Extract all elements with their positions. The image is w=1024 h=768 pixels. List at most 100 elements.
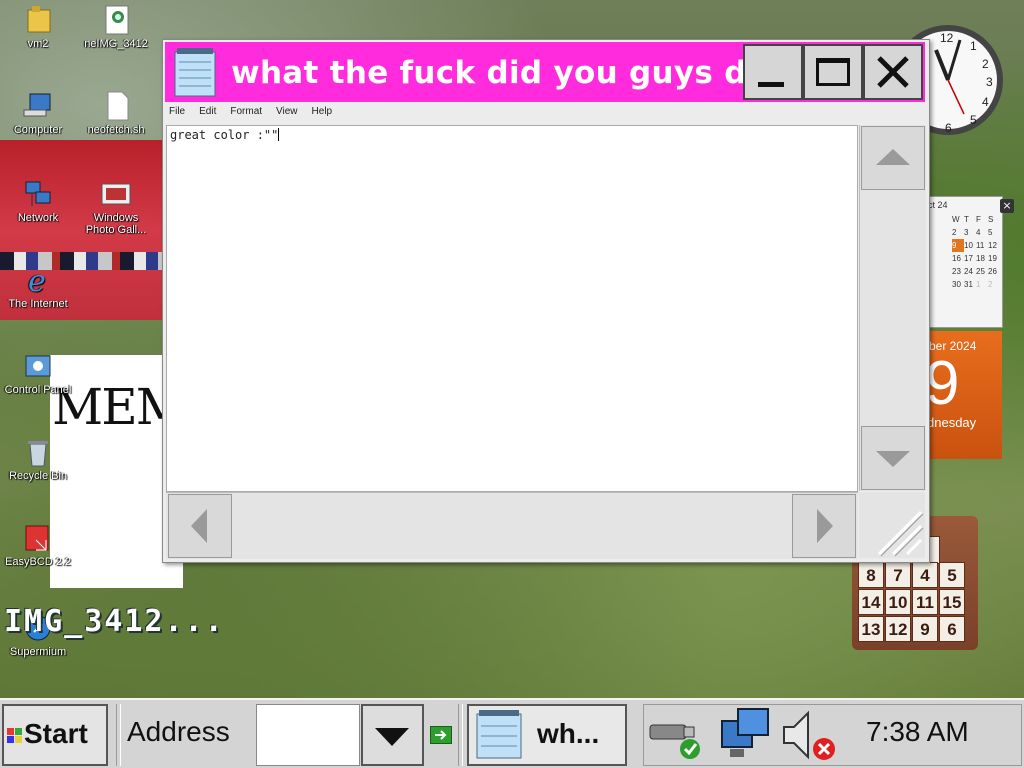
menu-file[interactable]: File [169, 106, 185, 122]
calendar-weekday: dnesday [927, 415, 977, 430]
desktop-icon-network[interactable]: Network [0, 178, 76, 224]
title-bar[interactable]: what the fuck did you guys d... [165, 42, 925, 102]
desktop-icon-label: vm2 [27, 38, 49, 50]
calendar-day[interactable]: 12 [988, 239, 1000, 252]
menu-edit[interactable]: Edit [199, 106, 216, 122]
usb-safely-remove-icon[interactable] [646, 711, 706, 761]
svg-text:2: 2 [982, 57, 989, 71]
desktop-icon-label: Computer [13, 124, 63, 136]
arrow-left-icon [191, 509, 207, 543]
maximize-button[interactable] [803, 44, 863, 100]
calendar-day[interactable]: 2 [988, 278, 1000, 291]
scroll-down-button[interactable] [861, 426, 925, 490]
svg-text:e: e [28, 264, 46, 296]
puzzle-tile[interactable]: 11 [912, 589, 938, 615]
image-file-icon [100, 4, 132, 36]
puzzle-tile[interactable]: 5 [939, 562, 965, 588]
calendar-day[interactable]: 2 [952, 226, 964, 239]
volume-muted-icon[interactable] [778, 707, 838, 763]
start-button[interactable]: Start [2, 704, 108, 766]
taskbar-separator [116, 704, 121, 766]
system-clock[interactable]: 7:38 AM [866, 716, 969, 748]
close-button[interactable] [863, 44, 923, 100]
calendar-day[interactable]: 18 [976, 252, 988, 265]
vertical-scrollbar[interactable] [859, 125, 926, 491]
network-icon [22, 178, 54, 210]
calendar-day[interactable]: 19 [988, 252, 1000, 265]
desktop-icon-internet[interactable]: e The Internet [0, 264, 76, 310]
calendar-day[interactable]: 26 [988, 265, 1000, 278]
desktop-icon-recycle-bin[interactable]: Recycle Bin [0, 436, 76, 482]
desktop-icon-label: neofetch.sh [87, 124, 145, 136]
scroll-right-button[interactable] [792, 494, 856, 558]
desktop-icon-label: Network [17, 212, 59, 224]
control-panel-icon [22, 350, 54, 382]
puzzle-tile[interactable]: 10 [885, 589, 911, 615]
calendar-close-icon[interactable]: × [1000, 199, 1014, 213]
recycle-bin-icon [22, 436, 54, 468]
calendar-day[interactable]: 4 [976, 226, 988, 239]
taskbar: Start Address wh... 7:38 AM [0, 698, 1024, 768]
go-arrow-icon [435, 730, 447, 740]
calendar-month-view: ct 24 W T F S 2 3 4 5 9 10 11 12 16 17 18 19 23 24 25 26 30 3… [925, 196, 1003, 328]
puzzle-tile[interactable]: 14 [858, 589, 884, 615]
editor-content: great color :"" [170, 128, 279, 142]
address-input[interactable] [256, 704, 360, 766]
menu-help[interactable]: Help [312, 106, 333, 122]
puzzle-tile[interactable]: 12 [885, 616, 911, 642]
maximize-icon [816, 58, 850, 86]
desktop-icon-img3412[interactable]: neIMG_3412 [78, 4, 154, 50]
puzzle-tile[interactable]: 6 [939, 616, 965, 642]
svg-text:1: 1 [970, 39, 977, 53]
puzzle-tile[interactable]: 7 [885, 562, 911, 588]
calendar-day[interactable]: 11 [976, 239, 988, 252]
desktop-icon-photo-gallery[interactable]: Windows Photo Gall... [78, 178, 154, 236]
go-button[interactable] [430, 726, 452, 744]
calendar-weekday-header: T [964, 215, 969, 224]
minimize-button[interactable] [743, 44, 803, 100]
desktop-icon-label: Windows Photo Gall... [85, 212, 147, 236]
folder-icon [22, 4, 54, 36]
puzzle-grid: 8 7 4 5 14 10 11 15 13 12 9 6 [858, 562, 965, 642]
calendar-month-label: ct 24 [928, 200, 948, 210]
puzzle-tile[interactable]: 9 [912, 616, 938, 642]
desktop-icon-label: The Internet [8, 298, 68, 310]
desktop-icon-neofetch[interactable]: neofetch.sh [78, 90, 154, 136]
file-icon [100, 90, 132, 122]
calendar-day[interactable]: 30 [952, 278, 964, 291]
puzzle-tile[interactable]: 4 [912, 562, 938, 588]
calendar-gadget[interactable]: ct 24 W T F S 2 3 4 5 9 10 11 12 16 17 18 19 23 24 25 26 30 3… [925, 196, 1003, 464]
puzzle-tile[interactable]: 15 [939, 589, 965, 615]
scroll-left-button[interactable] [168, 494, 232, 558]
menu-format[interactable]: Format [230, 106, 262, 122]
desktop-icon-easybcd[interactable]: EasyBCD 2.2 [0, 522, 76, 568]
text-editor[interactable]: great color :"" [166, 125, 858, 492]
desktop-icon-label: EasyBCD 2.2 [4, 556, 72, 568]
menu-view[interactable]: View [276, 106, 298, 122]
resize-grip-icon [877, 510, 924, 557]
calendar-day[interactable]: 10 [964, 239, 976, 252]
calendar-day[interactable]: 16 [952, 252, 964, 265]
calendar-day[interactable]: 3 [964, 226, 976, 239]
calendar-day[interactable]: 17 [964, 252, 976, 265]
address-dropdown-button[interactable] [361, 704, 424, 766]
horizontal-scrollbar[interactable] [166, 492, 858, 559]
desktop-icon-computer[interactable]: Computer [0, 90, 76, 136]
desktop-icon-control-panel[interactable]: Control Panel [0, 350, 76, 396]
calendar-day[interactable]: 5 [988, 226, 1000, 239]
calendar-day[interactable]: 1 [976, 278, 988, 291]
puzzle-tile[interactable]: 13 [858, 616, 884, 642]
scroll-up-button[interactable] [861, 126, 925, 190]
resize-grip[interactable] [859, 492, 925, 558]
calendar-day[interactable]: 9 [952, 239, 964, 252]
calendar-big-day: 9 [925, 349, 960, 418]
desktop-icon-vm2[interactable]: vm2 [0, 4, 76, 50]
svg-text:3: 3 [986, 75, 993, 89]
network-status-icon[interactable] [718, 707, 774, 763]
calendar-day[interactable]: 24 [964, 265, 976, 278]
puzzle-tile[interactable]: 8 [858, 562, 884, 588]
calendar-day[interactable]: 31 [964, 278, 976, 291]
taskbar-notepad-button[interactable]: wh... [467, 704, 627, 766]
calendar-day[interactable]: 23 [952, 265, 964, 278]
calendar-day[interactable]: 25 [976, 265, 988, 278]
